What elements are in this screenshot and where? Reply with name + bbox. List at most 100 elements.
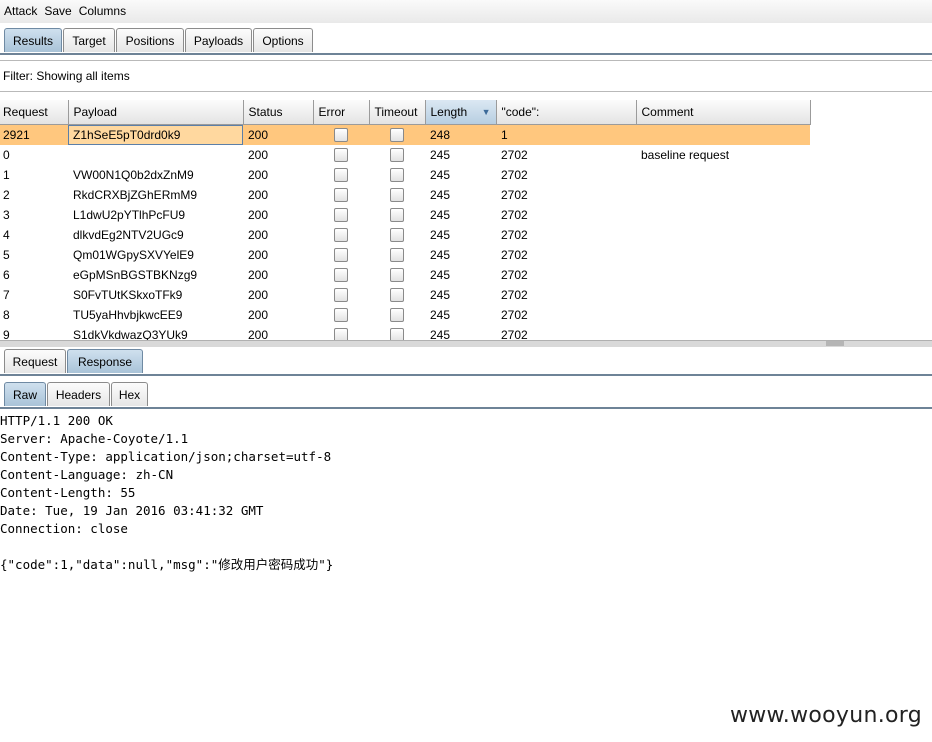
error-checkbox[interactable] bbox=[334, 208, 348, 222]
cell-payload: VW00N1Q0b2dxZnM9 bbox=[73, 168, 194, 182]
cell-payload: Z1hSeE5pT0drd0k9 bbox=[68, 124, 243, 145]
error-checkbox[interactable] bbox=[334, 188, 348, 202]
table-row[interactable]: 6 eGpMSnBGSTBKNzg9 200 245 2702 bbox=[0, 265, 810, 285]
cell-length: 245 bbox=[430, 328, 451, 340]
filter-label[interactable]: Filter: Showing all items bbox=[3, 69, 130, 83]
cell-status: 200 bbox=[248, 328, 269, 340]
error-checkbox[interactable] bbox=[334, 308, 348, 322]
cell-status: 200 bbox=[248, 228, 269, 242]
error-checkbox[interactable] bbox=[334, 228, 348, 242]
cell-code: 1 bbox=[496, 124, 636, 145]
cell-code: 2702 bbox=[501, 188, 528, 202]
error-checkbox[interactable] bbox=[334, 268, 348, 282]
column-header-timeout[interactable]: Timeout bbox=[369, 100, 426, 125]
column-header-code[interactable]: "code": bbox=[496, 100, 637, 125]
error-checkbox[interactable] bbox=[334, 288, 348, 302]
timeout-checkbox[interactable] bbox=[390, 168, 404, 182]
tab-results[interactable]: Results bbox=[4, 28, 62, 52]
timeout-checkbox[interactable] bbox=[390, 268, 404, 282]
table-row[interactable]: 7 S0FvTUtKSkxoTFk9 200 245 2702 bbox=[0, 285, 810, 305]
cell-timeout bbox=[369, 205, 425, 225]
cell-payload: RkdCRXBjZGhERmM9 bbox=[73, 188, 198, 202]
results-table-container[interactable]: Request Payload Status Error Timeout Len… bbox=[0, 100, 932, 340]
results-table: Request Payload Status Error Timeout Len… bbox=[0, 100, 811, 340]
cell-comment bbox=[636, 225, 810, 245]
cell-comment: baseline request bbox=[641, 148, 730, 162]
tab-hex[interactable]: Hex bbox=[111, 382, 148, 406]
table-row[interactable]: 1 VW00N1Q0b2dxZnM9 200 245 2702 bbox=[0, 165, 810, 185]
table-row[interactable]: 2921 Z1hSeE5pT0drd0k9 200 248 1 bbox=[0, 124, 810, 145]
table-row[interactable]: 8 TU5yaHhvbjkwcEE9 200 245 2702 bbox=[0, 305, 810, 325]
cell-request: 0 bbox=[3, 148, 10, 162]
cell-error bbox=[313, 285, 369, 305]
cell-timeout bbox=[369, 225, 425, 245]
watermark: www.wooyun.org bbox=[729, 703, 922, 728]
timeout-checkbox[interactable] bbox=[390, 328, 404, 340]
column-header-payload[interactable]: Payload bbox=[68, 100, 244, 125]
cell-length: 245 bbox=[430, 308, 451, 322]
timeout-checkbox[interactable] bbox=[390, 308, 404, 322]
column-header-length[interactable]: Length ▼ bbox=[425, 100, 497, 125]
cell-request: 1 bbox=[3, 168, 10, 182]
error-checkbox[interactable] bbox=[334, 128, 348, 142]
menu-columns[interactable]: Columns bbox=[75, 0, 129, 18]
column-header-comment[interactable]: Comment bbox=[636, 100, 811, 125]
error-checkbox[interactable] bbox=[334, 148, 348, 162]
error-checkbox[interactable] bbox=[334, 248, 348, 262]
tab-response[interactable]: Response bbox=[67, 349, 143, 373]
filter-bar[interactable]: Filter: Showing all items bbox=[0, 60, 932, 92]
menu-bar: Attack Save Columns bbox=[0, 0, 932, 23]
cell-error bbox=[313, 325, 369, 340]
cell-code: 2702 bbox=[501, 248, 528, 262]
cell-code: 2702 bbox=[501, 268, 528, 282]
cell-request: 6 bbox=[3, 268, 10, 282]
column-header-status[interactable]: Status bbox=[243, 100, 314, 125]
cell-error bbox=[313, 165, 369, 185]
tab-raw[interactable]: Raw bbox=[4, 382, 46, 406]
column-header-request[interactable]: Request bbox=[0, 100, 69, 125]
detail-tab-strip: Request Response bbox=[0, 346, 932, 374]
table-row[interactable]: 9 S1dkVkdwazQ3YUk9 200 245 2702 bbox=[0, 325, 810, 340]
cell-request: 8 bbox=[3, 308, 10, 322]
table-row[interactable]: 0 200 245 2702 baseline request bbox=[0, 145, 810, 165]
cell-comment bbox=[636, 245, 810, 265]
table-row[interactable]: 2 RkdCRXBjZGhERmM9 200 245 2702 bbox=[0, 185, 810, 205]
cell-payload: S1dkVkdwazQ3YUk9 bbox=[73, 328, 188, 340]
cell-error bbox=[313, 124, 369, 145]
response-body[interactable]: HTTP/1.1 200 OK Server: Apache-Coyote/1.… bbox=[0, 412, 932, 722]
cell-status: 200 bbox=[248, 168, 269, 182]
timeout-checkbox[interactable] bbox=[390, 148, 404, 162]
timeout-checkbox[interactable] bbox=[390, 248, 404, 262]
cell-request: 2921 bbox=[0, 124, 68, 145]
menu-save[interactable]: Save bbox=[40, 0, 74, 18]
tab-request[interactable]: Request bbox=[4, 349, 66, 373]
tab-options[interactable]: Options bbox=[253, 28, 313, 52]
timeout-checkbox[interactable] bbox=[390, 128, 404, 142]
error-checkbox[interactable] bbox=[334, 168, 348, 182]
menu-attack[interactable]: Attack bbox=[0, 0, 40, 18]
cell-timeout bbox=[369, 305, 425, 325]
cell-payload: dlkvdEg2NTV2UGc9 bbox=[73, 228, 184, 242]
tab-positions[interactable]: Positions bbox=[116, 28, 184, 52]
cell-payload: S0FvTUtKSkxoTFk9 bbox=[73, 288, 183, 302]
table-row[interactable]: 3 L1dwU2pYTlhPcFU9 200 245 2702 bbox=[0, 205, 810, 225]
column-header-error[interactable]: Error bbox=[313, 100, 370, 125]
cell-code: 2702 bbox=[501, 208, 528, 222]
error-checkbox[interactable] bbox=[334, 328, 348, 340]
tab-headers[interactable]: Headers bbox=[47, 382, 110, 406]
cell-payload: TU5yaHhvbjkwcEE9 bbox=[73, 308, 183, 322]
cell-status: 200 bbox=[248, 248, 269, 262]
cell-timeout bbox=[369, 165, 425, 185]
cell-timeout bbox=[369, 124, 425, 145]
timeout-checkbox[interactable] bbox=[390, 288, 404, 302]
table-row[interactable]: 5 Qm01WGpySXVYelE9 200 245 2702 bbox=[0, 245, 810, 265]
tab-target[interactable]: Target bbox=[63, 28, 115, 52]
cell-code: 2702 bbox=[501, 228, 528, 242]
timeout-checkbox[interactable] bbox=[390, 188, 404, 202]
timeout-checkbox[interactable] bbox=[390, 208, 404, 222]
timeout-checkbox[interactable] bbox=[390, 228, 404, 242]
table-row[interactable]: 4 dlkvdEg2NTV2UGc9 200 245 2702 bbox=[0, 225, 810, 245]
cell-length: 245 bbox=[430, 208, 451, 222]
cell-length: 245 bbox=[430, 188, 451, 202]
tab-payloads[interactable]: Payloads bbox=[185, 28, 252, 52]
